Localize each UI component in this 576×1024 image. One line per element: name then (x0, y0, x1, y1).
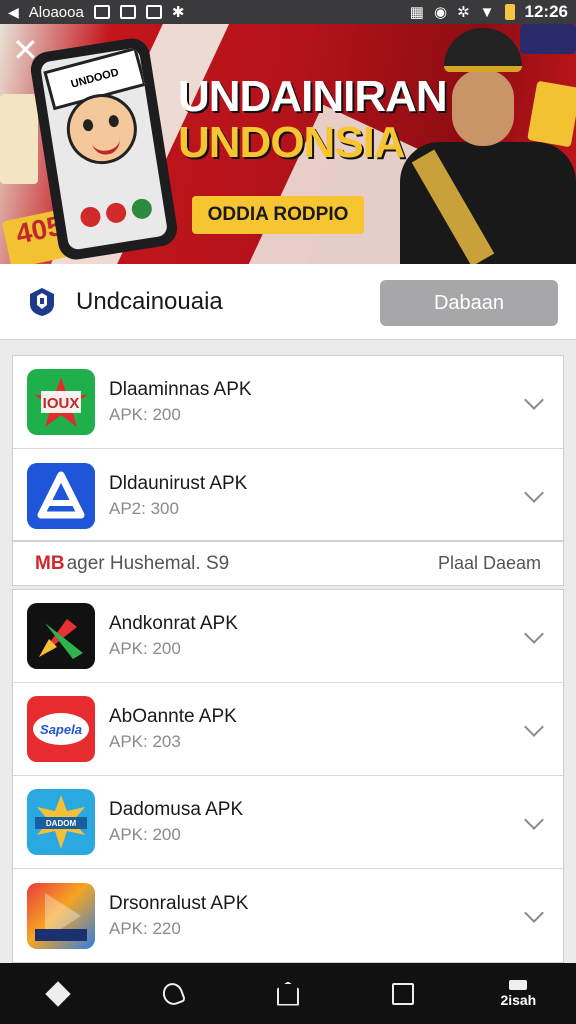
status-bar: ◀ Aloaooa ✱ ▦ ◉ ✲ ▼ 12:26 (0, 0, 576, 24)
message-icon (93, 5, 110, 19)
officer-illustration (380, 24, 576, 264)
sapela-badge-icon: Sapela (27, 696, 95, 762)
app-name: Dlaaminnas APK (109, 379, 252, 400)
play-prism-icon (27, 882, 95, 949)
ad-row[interactable]: MB ager Hushemal. S9 Plaal Daeam (12, 541, 564, 586)
nav-keyboard-button[interactable]: 2isah (488, 969, 548, 1019)
chevron-down-icon[interactable] (524, 810, 544, 830)
svg-text:IOUX: IOUX (43, 395, 80, 412)
app-list-group-2: Andkonrat APK APK: 200 Sapela AbOannte A… (12, 589, 564, 963)
chevron-down-icon[interactable] (524, 903, 544, 923)
svg-text:DADOM: DADOM (46, 819, 77, 828)
chevron-down-icon[interactable] (524, 717, 544, 737)
phone-buttons (79, 197, 154, 229)
app-version: APK: 200 (109, 405, 181, 424)
app-name: Drsonralust APK (109, 892, 249, 914)
app-name: Dadomusa APK (109, 799, 244, 820)
gallery-icon (145, 5, 162, 19)
back-icon (159, 979, 186, 1008)
clock: 12:26 (524, 2, 568, 21)
triangle-a-icon (27, 462, 95, 529)
close-icon[interactable]: ✕ (12, 34, 39, 66)
app-header: Undcainouaia Dabaan (0, 264, 576, 340)
splash-logo-icon: DADOM (27, 789, 95, 855)
nav-recents-button[interactable] (373, 969, 433, 1019)
battery-icon (504, 4, 515, 20)
app-name: Dldaunirust APK (109, 472, 248, 494)
header-title: Undcainouaia (76, 287, 223, 315)
bluetooth-icon: ✲ (457, 4, 470, 21)
ad-text: ager Hushemal. S9 (66, 552, 230, 574)
settings-icon: ✱ (171, 4, 185, 21)
list-item[interactable]: IOUX Dlaaminnas APK APK: 200 (13, 356, 563, 449)
app-list-group-1: IOUX Dlaaminnas APK APK: 200 Dldaunirust… (12, 355, 564, 541)
chart-icon (119, 5, 136, 19)
decor-card (0, 94, 38, 184)
list-item[interactable]: Drsonralust APK APK: 220 (13, 869, 563, 962)
header-action-button[interactable]: Dabaan (380, 280, 558, 326)
app-version: AP2: 300 (109, 498, 179, 518)
ad-badge: MB (35, 552, 65, 574)
list-item[interactable]: Sapela AbOannte APK APK: 203 (13, 683, 563, 776)
carrier-label: Aloaooa (28, 3, 84, 21)
navigation-bar: 2isah (0, 963, 576, 1024)
promo-banner[interactable]: 405 UNDOOD UNDAINIRAN UNDONSIA ODDIA ROD… (0, 24, 576, 264)
mute-icon: ▦ (409, 4, 424, 21)
list-item[interactable]: Andkonrat APK APK: 200 (13, 590, 563, 683)
app-version: APK: 203 (109, 732, 181, 751)
recents-icon (392, 982, 415, 1005)
banner-cta-button[interactable]: ODDIA RODPIO (192, 196, 364, 234)
diamond-icon (44, 980, 71, 1007)
star-shield-icon: IOUX (27, 369, 95, 435)
app-version: APK: 220 (109, 918, 181, 938)
nav-back-button[interactable] (143, 969, 203, 1019)
notification-icon: ◀ (8, 3, 19, 20)
home-icon (276, 981, 299, 1006)
ad-link[interactable]: Plaal Daeam (438, 553, 541, 574)
shield-logo-icon (28, 287, 56, 317)
svg-text:Sapela: Sapela (40, 722, 82, 737)
list-item[interactable]: DADOM Dadomusa APK APK: 200 (13, 776, 563, 869)
nav-label: 2isah (500, 991, 537, 1008)
keyboard-icon (509, 979, 528, 990)
app-version: APK: 200 (109, 639, 181, 658)
list-item[interactable]: Dldaunirust APK AP2: 300 (13, 449, 563, 542)
nav-diamond-button[interactable] (28, 969, 88, 1019)
wifi-icon: ▼ (479, 3, 495, 21)
chevron-down-icon[interactable] (524, 624, 544, 644)
chevron-down-icon[interactable] (524, 483, 544, 503)
arrow-x-icon (27, 603, 95, 669)
chevron-down-icon[interactable] (524, 390, 544, 410)
alarm-icon: ◉ (433, 4, 448, 21)
nav-home-button[interactable] (258, 969, 318, 1019)
app-name: AbOannte APK (109, 706, 237, 727)
app-name: Andkonrat APK (109, 613, 238, 634)
app-version: APK: 200 (109, 825, 181, 844)
